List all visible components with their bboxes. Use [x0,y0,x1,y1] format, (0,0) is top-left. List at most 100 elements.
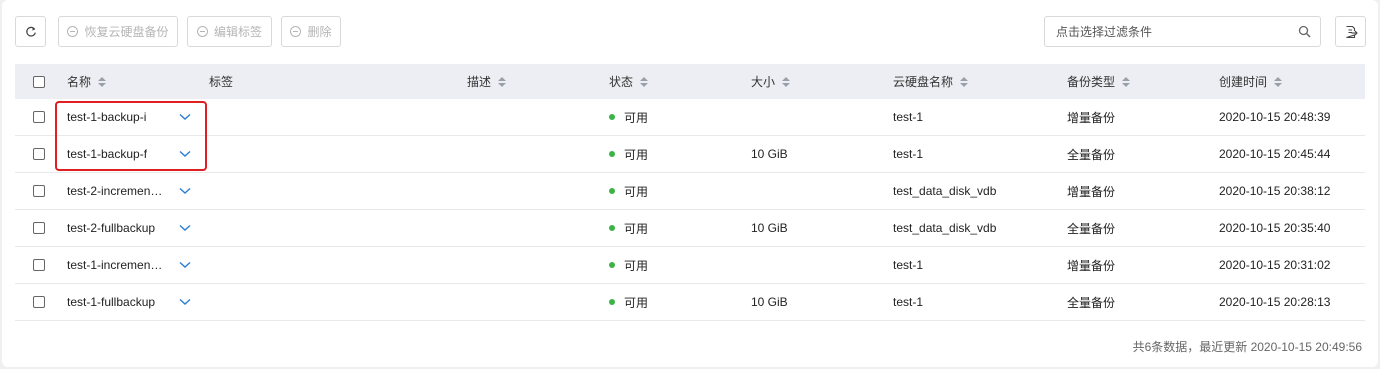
sort-icon [1122,76,1131,87]
backup-type-text: 增量备份 [1067,110,1116,125]
row-checkbox[interactable] [33,222,45,234]
restore-backup-button[interactable]: 恢复云硬盘备份 [58,16,178,47]
refresh-icon [25,26,36,37]
status-dot-icon [609,114,615,120]
backup-type-text: 增量备份 [1067,184,1116,199]
created-time-text: 2020-10-15 20:45:44 [1219,147,1331,161]
sort-icon [98,76,107,87]
export-button[interactable] [1335,16,1366,47]
column-size[interactable]: 大小 [751,64,791,99]
table-footer-status: 共6条数据，最近更新 2020-10-15 20:49:56 [1132,340,1362,354]
size-text: 10 GiB [751,147,788,161]
sort-icon [960,76,969,87]
backup-name-link[interactable]: test-1-incremen… [67,247,162,284]
table-row[interactable]: test-1-fullbackup 可用 10 GiB test-1 全量备份 … [15,284,1365,321]
column-volume[interactable]: 云硬盘名称 [893,64,969,99]
restore-icon [67,26,79,37]
status-dot-icon [609,151,615,157]
restore-backup-label: 恢复云硬盘备份 [84,25,169,39]
column-desc-label: 描述 [467,75,492,89]
expand-chevron-icon[interactable] [179,210,191,246]
row-checkbox[interactable] [33,185,45,197]
table-row[interactable]: test-1-backup-f 可用 10 GiB test-1 全量备份 20… [15,136,1365,173]
row-checkbox[interactable] [33,148,45,160]
column-type-label: 备份类型 [1067,75,1116,89]
delete-button[interactable]: 删除 [281,16,341,47]
created-time-text: 2020-10-15 20:28:13 [1219,295,1331,309]
status-dot-icon [609,262,615,268]
table-row[interactable]: test-1-backup-i 可用 test-1 增量备份 2020-10-1… [15,99,1365,136]
select-all-checkbox[interactable] [33,75,45,88]
row-checkbox[interactable] [33,111,45,123]
backup-list-panel: 恢复云硬盘备份 编辑标签 删除 点击选择过滤条件 名称 标签 描述 状态 大小 … [2,0,1378,367]
backup-name-link[interactable]: test-1-fullbackup [67,284,155,321]
status-dot-icon [609,299,615,305]
status-text: 可用 [624,258,649,273]
status-text: 可用 [624,184,649,199]
delete-label: 删除 [307,25,332,39]
backup-type-text: 增量备份 [1067,258,1116,273]
sort-icon [498,76,507,87]
size-text: 10 GiB [751,221,788,235]
backup-name-link[interactable]: test-2-fullbackup [67,210,155,247]
volume-name-text: test-1 [893,110,924,124]
table-row[interactable]: test-2-fullbackup 可用 10 GiB test_data_di… [15,210,1365,247]
filter-search-input[interactable] [1045,17,1285,46]
status-dot-icon [609,188,615,194]
column-tags-label: 标签 [209,75,234,89]
column-status[interactable]: 状态 [609,64,649,99]
select-all-checkbox-cell [33,64,45,99]
toolbar: 恢复云硬盘备份 编辑标签 删除 [15,16,1366,48]
backup-type-text: 全量备份 [1067,295,1116,310]
status-text: 可用 [624,295,649,310]
volume-name-text: test-1 [893,147,924,161]
status-text: 可用 [624,221,649,236]
volume-name-text: test_data_disk_vdb [893,221,997,235]
volume-name-text: test-1 [893,295,924,309]
column-status-label: 状态 [609,75,634,89]
volume-name-text: test_data_disk_vdb [893,184,997,198]
expand-chevron-icon[interactable] [179,284,191,320]
column-volume-label: 云硬盘名称 [893,75,954,89]
table-header: 名称 标签 描述 状态 大小 云硬盘名称 备份类型 创建时间 [15,64,1365,99]
table-row[interactable]: test-2-incremen… 可用 test_data_disk_vdb 增… [15,173,1365,210]
column-size-label: 大小 [751,75,776,89]
edit-tags-label: 编辑标签 [213,25,262,39]
created-time-text: 2020-10-15 20:48:39 [1219,110,1331,124]
tag-icon [196,26,208,37]
column-tags: 标签 [209,64,233,99]
backup-type-text: 全量备份 [1067,221,1116,236]
created-time-text: 2020-10-15 20:38:12 [1219,184,1331,198]
export-icon [1345,25,1358,38]
column-type[interactable]: 备份类型 [1067,64,1131,99]
expand-chevron-icon[interactable] [179,247,191,283]
refresh-button[interactable] [15,16,46,47]
status-dot-icon [609,225,615,231]
row-checkbox[interactable] [33,296,45,308]
table-row[interactable]: test-1-incremen… 可用 test-1 增量备份 2020-10-… [15,247,1365,284]
backup-table: 名称 标签 描述 状态 大小 云硬盘名称 备份类型 创建时间 test-1-ba… [15,64,1365,321]
volume-name-text: test-1 [893,258,924,272]
column-created-label: 创建时间 [1219,75,1268,89]
status-text: 可用 [624,147,649,162]
filter-search [1044,16,1321,47]
sort-icon [640,76,649,87]
size-text: 10 GiB [751,295,788,309]
highlight-box [55,101,207,171]
edit-tags-button[interactable]: 编辑标签 [187,16,272,47]
column-name[interactable]: 名称 [67,64,107,99]
column-desc[interactable]: 描述 [467,64,507,99]
sort-icon [782,76,791,87]
delete-icon [290,26,302,37]
column-name-label: 名称 [67,75,92,89]
sort-icon [1274,76,1283,87]
row-checkbox[interactable] [33,259,45,271]
backup-type-text: 全量备份 [1067,147,1116,162]
column-created[interactable]: 创建时间 [1219,64,1283,99]
search-icon[interactable] [1298,25,1311,38]
status-text: 可用 [624,110,649,125]
expand-chevron-icon[interactable] [179,173,191,209]
backup-name-link[interactable]: test-2-incremen… [67,173,162,210]
created-time-text: 2020-10-15 20:35:40 [1219,221,1331,235]
created-time-text: 2020-10-15 20:31:02 [1219,258,1331,272]
